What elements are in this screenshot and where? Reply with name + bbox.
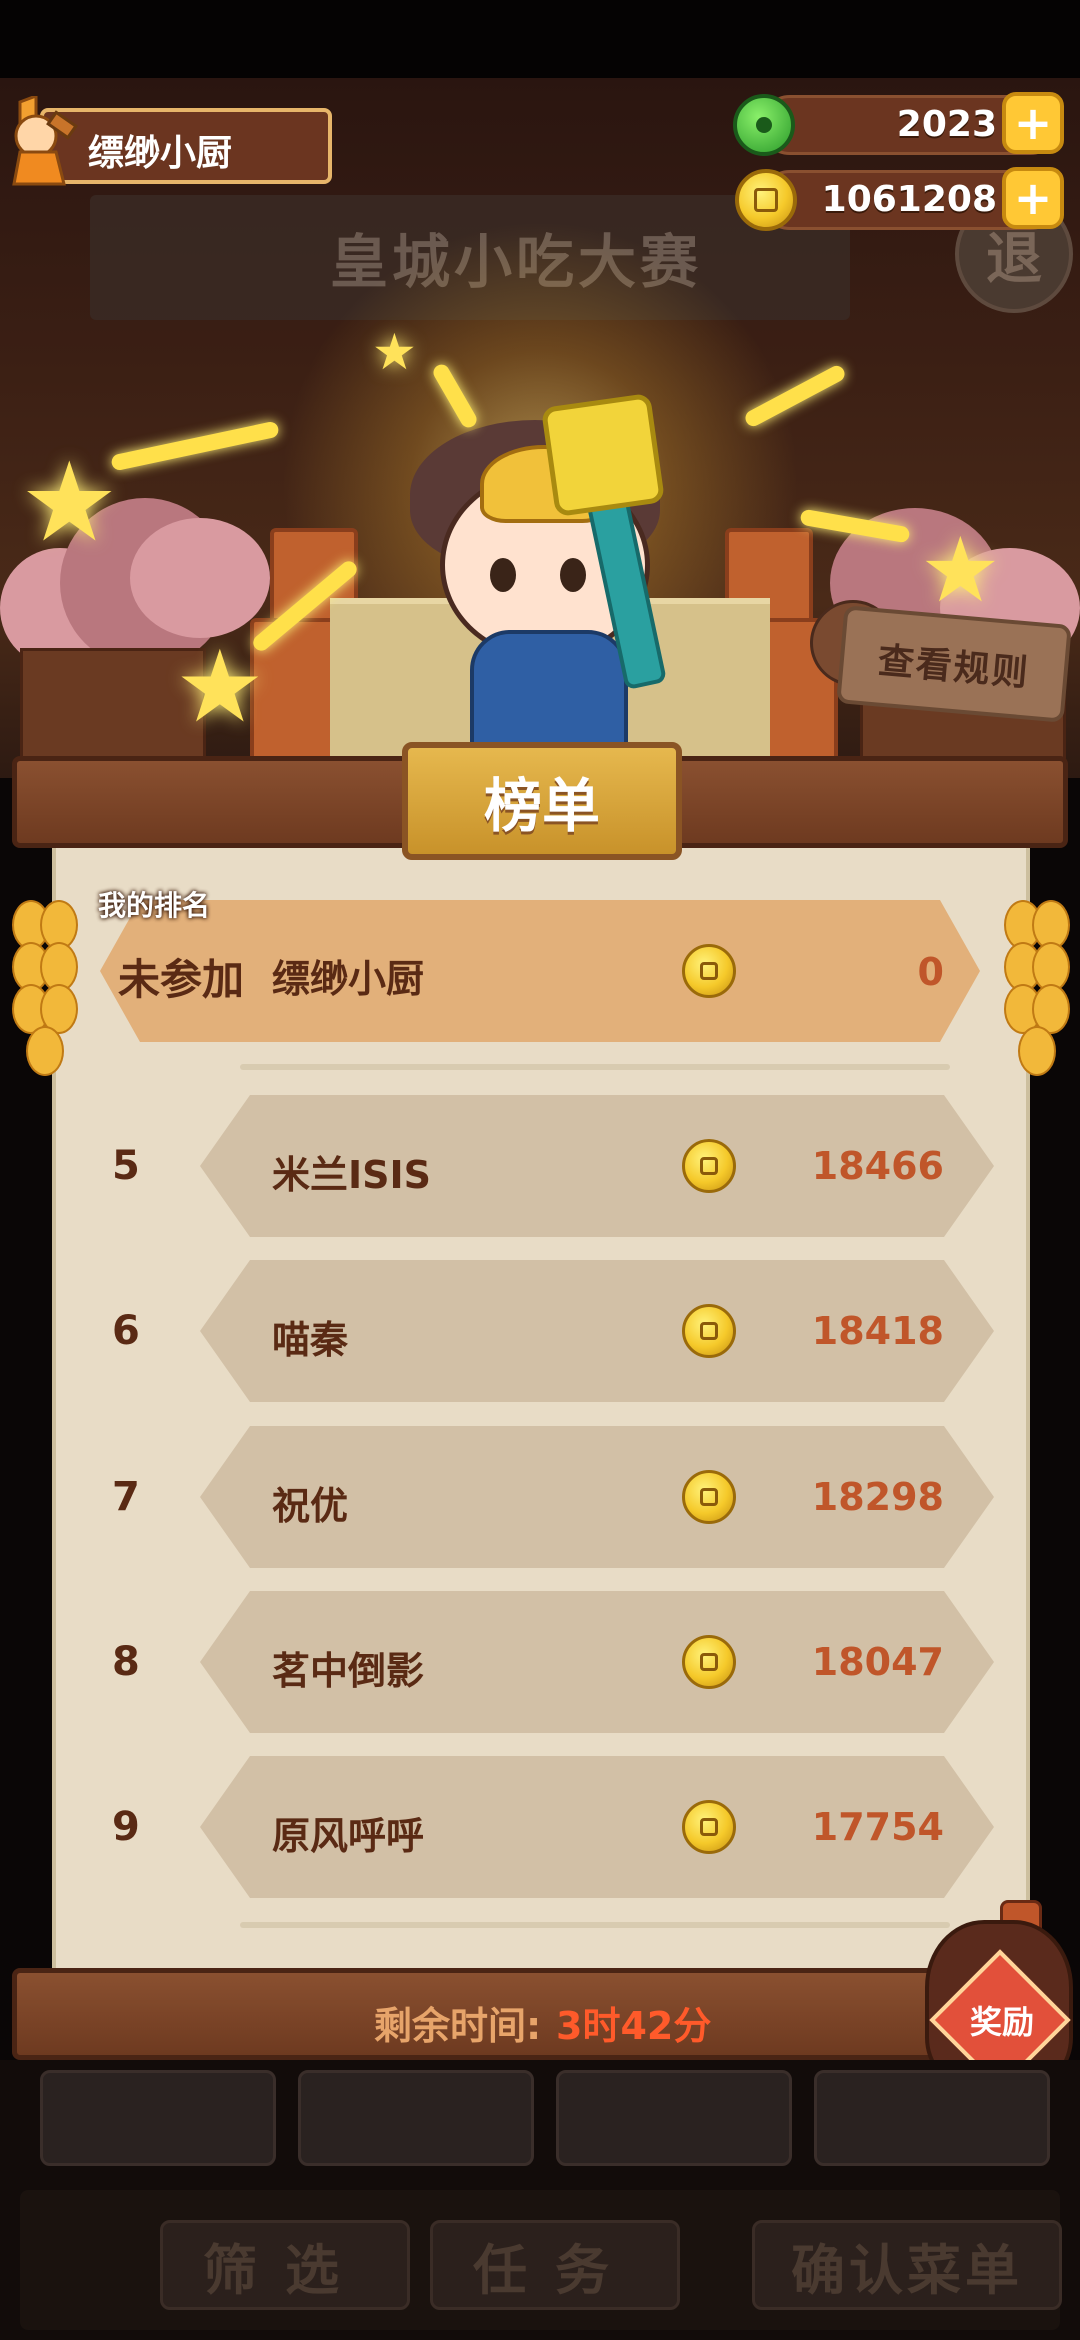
my-rank-label: 我的排名 <box>98 889 211 922</box>
star-icon: ★ <box>175 628 265 745</box>
my-rank-name: 缥缈小厨 <box>272 957 425 1001</box>
star-icon: ★ <box>20 438 119 566</box>
confirm-menu-button[interactable]: 确认菜单 <box>752 2220 1062 2310</box>
reward-label[interactable]: 奖励 <box>962 1997 1042 2043</box>
rank-name: 原风呼呼 <box>272 1814 425 1858</box>
rank-score: 18466 <box>811 1144 944 1188</box>
rank-score: 18418 <box>811 1309 944 1353</box>
blossom-tree-left-3 <box>130 518 270 638</box>
coin-icon <box>682 1139 736 1193</box>
coin-icon <box>682 1635 736 1689</box>
rank-number: 5 <box>112 1143 140 1189</box>
star-icon: ★ <box>372 323 417 381</box>
sparkle-streak <box>110 420 280 472</box>
dish-slot <box>298 2070 534 2166</box>
remaining-time-value: 3时42分 <box>556 2004 712 2048</box>
coin-icon <box>735 169 797 231</box>
filter-button[interactable]: 筛选 <box>160 2220 410 2310</box>
add-jade-button[interactable]: + <box>1002 92 1064 154</box>
corn-decoration-right <box>1000 880 1070 1100</box>
dish-slot <box>814 2070 1050 2166</box>
rank-number: 9 <box>112 1804 140 1850</box>
tasks-button[interactable]: 任务 <box>430 2220 680 2310</box>
chef-eye-right <box>560 558 586 592</box>
coin-icon <box>682 1304 736 1358</box>
jade-icon <box>733 94 795 156</box>
rank-number: 6 <box>112 1308 140 1354</box>
hammer-head <box>540 392 666 518</box>
chef-body <box>470 630 628 758</box>
jade-value: 2023 <box>896 104 997 145</box>
view-rules-button[interactable]: 查看规则 <box>836 605 1072 723</box>
star-icon: ★ <box>920 518 1001 623</box>
rank-score: 17754 <box>811 1805 944 1849</box>
rank-name: 米兰ISIS <box>272 1153 432 1197</box>
add-coin-button[interactable]: + <box>1002 167 1064 229</box>
rank-number: 7 <box>112 1474 140 1520</box>
rank-name: 喵秦 <box>272 1318 349 1362</box>
status-bar <box>0 0 1080 78</box>
dish-slot <box>556 2070 792 2166</box>
rank-number: 8 <box>112 1639 140 1685</box>
dish-slot <box>40 2070 276 2166</box>
rank-score: 18298 <box>811 1475 944 1519</box>
player-name: 缥缈小厨 <box>88 133 233 174</box>
my-rank-score: 0 <box>917 950 944 994</box>
chef-avatar-icon <box>12 96 78 186</box>
coin-icon <box>682 944 736 998</box>
coin-icon <box>682 1470 736 1524</box>
divider <box>240 1922 950 1928</box>
corn-decoration-left <box>8 880 78 1100</box>
rank-name: 茗中倒影 <box>272 1649 425 1693</box>
player-name-plate: 缥缈小厨 <box>40 108 332 184</box>
remaining-time-label: 剩余时间: <box>374 2004 542 2048</box>
rank-score: 18047 <box>811 1640 944 1684</box>
coin-value: 1061208 <box>821 179 997 220</box>
my-rank-status: 未参加 <box>118 955 245 1004</box>
leaderboard-title: 榜单 <box>402 742 682 860</box>
rank-name: 祝优 <box>272 1484 349 1528</box>
chef-eye-left <box>490 558 516 592</box>
divider <box>240 1064 950 1070</box>
coin-icon <box>682 1800 736 1854</box>
